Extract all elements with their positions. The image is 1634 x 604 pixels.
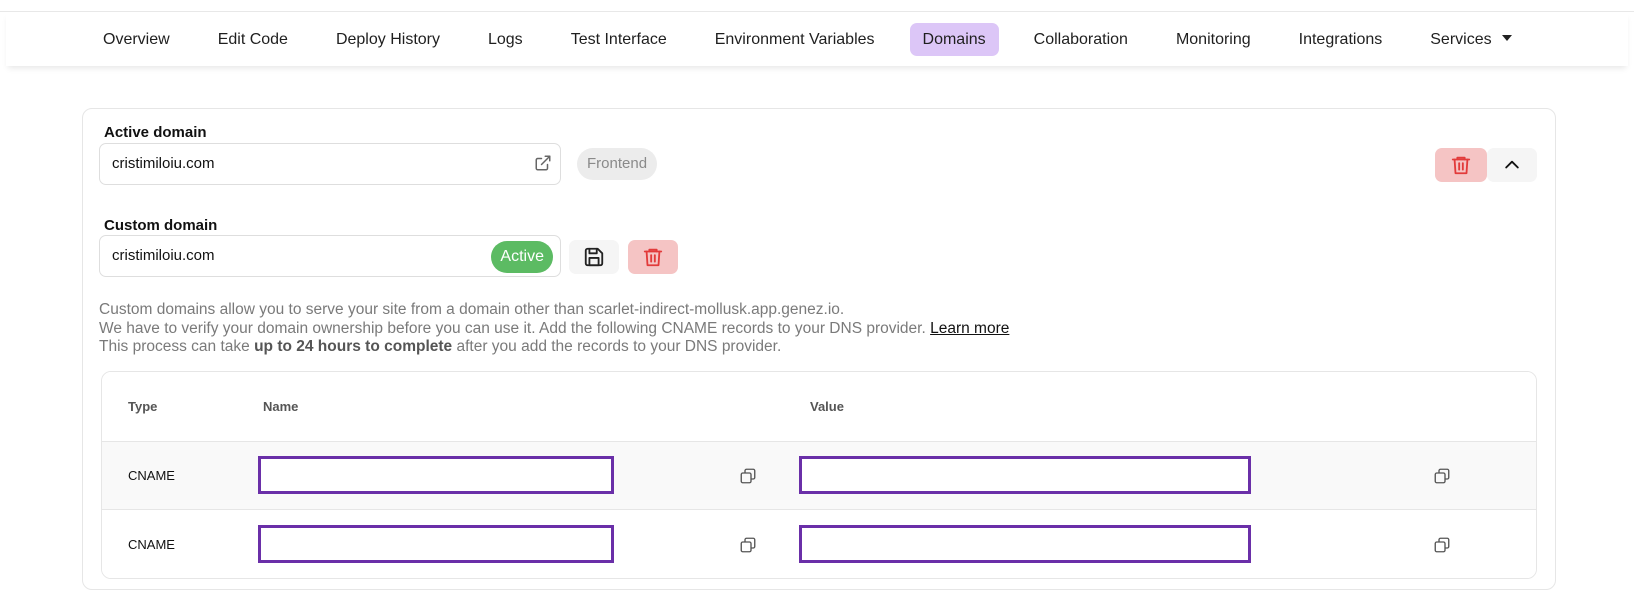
tab-integrations[interactable]: Integrations [1286,23,1396,56]
active-domain-field[interactable]: cristimiloiu.com [99,143,561,185]
redacted-value [799,525,1251,563]
custom-domain-value: cristimiloiu.com [112,247,215,264]
domain-status-badge: Active [491,241,553,273]
column-header-value: Value [810,399,844,414]
custom-domain-input[interactable]: cristimiloiu.com Active [99,235,561,277]
table-header: Type Name Value [102,372,1536,442]
tab-services[interactable]: Services [1417,23,1524,56]
copy-icon[interactable] [739,467,757,485]
caret-down-icon [1501,35,1512,42]
help-line-1: Custom domains allow you to serve your s… [99,301,845,318]
project-tabs: Overview Edit Code Deploy History Logs T… [6,12,1628,66]
table-row: CNAME [102,442,1536,510]
learn-more-link[interactable]: Learn more [930,320,1009,337]
frontend-badge: Frontend [577,148,658,180]
copy-icon[interactable] [1433,467,1451,485]
copy-icon[interactable] [739,536,757,554]
tab-deploy-history[interactable]: Deploy History [323,23,453,56]
help-line-3-bold: up to 24 hours to complete [254,338,453,355]
redacted-name [258,525,614,563]
trash-icon [1451,156,1471,175]
domain-card: Active domain cristimiloiu.com Frontend … [82,108,1556,590]
active-domain-value: cristimiloiu.com [112,155,215,172]
help-line-3-pre: This process can take [99,338,255,355]
delete-active-domain-button[interactable] [1435,148,1487,182]
help-line-2: We have to verify your domain ownership … [99,320,1009,339]
help-line-2-text: We have to verify your domain ownership … [99,319,926,337]
record-type: CNAME [128,468,175,483]
column-header-name: Name [263,399,299,414]
collapse-button[interactable] [1487,148,1537,182]
table-row: CNAME [102,511,1536,578]
tab-logs[interactable]: Logs [475,23,536,56]
tab-edit-code[interactable]: Edit Code [205,23,301,56]
save-icon [584,247,604,267]
tab-overview[interactable]: Overview [90,23,183,56]
record-type: CNAME [128,537,175,552]
active-domain-label: Active domain [104,124,207,141]
tab-services-label: Services [1430,30,1492,48]
tab-collaboration[interactable]: Collaboration [1021,23,1141,56]
custom-domain-label: Custom domain [104,217,218,234]
help-line-3-post: after you add the records to your DNS pr… [452,338,782,355]
column-header-type: Type [128,399,158,414]
tab-monitoring[interactable]: Monitoring [1163,23,1264,56]
save-domain-button[interactable] [569,240,619,274]
copy-icon[interactable] [1433,536,1451,554]
dns-records-table: Type Name Value CNAME CNAME [101,371,1537,579]
help-line-3: This process can take up to 24 hours to … [99,338,1009,357]
redacted-name [258,456,614,494]
tab-domains[interactable]: Domains [909,22,999,56]
trash-icon [643,248,663,267]
chevron-up-icon [1505,160,1519,169]
redacted-value [799,456,1251,494]
delete-custom-domain-button[interactable] [628,240,678,274]
tab-environment-variables[interactable]: Environment Variables [702,23,888,56]
custom-domain-help: Custom domains allow you to serve your s… [99,301,1009,357]
tab-test-interface[interactable]: Test Interface [558,23,680,56]
external-link-icon[interactable] [534,154,552,172]
